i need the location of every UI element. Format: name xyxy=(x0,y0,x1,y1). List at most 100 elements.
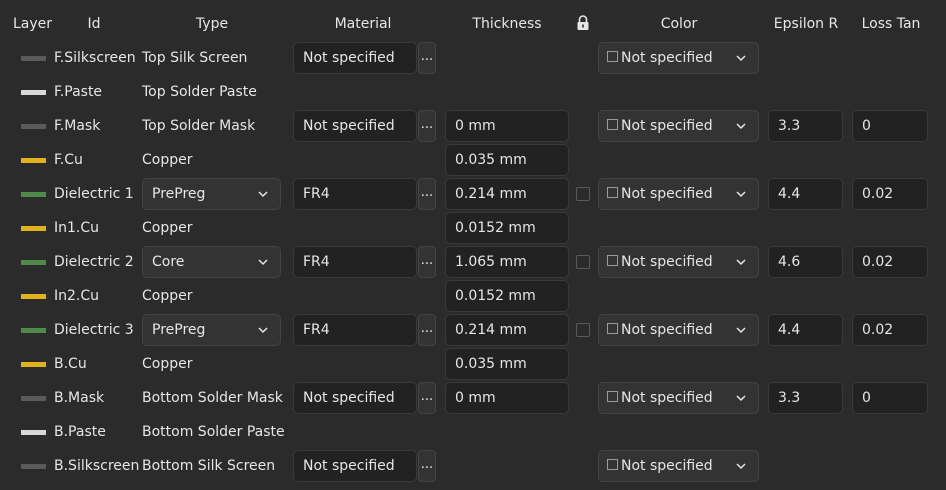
material-browse-button[interactable]: ... xyxy=(418,382,436,414)
thickness-field[interactable]: 0.035 mm xyxy=(445,348,569,380)
layer-row: In1.Cu Copper 0.0152 mm xyxy=(0,211,946,245)
thickness-field[interactable]: 0.0152 mm xyxy=(445,212,569,244)
layer-color-swatch xyxy=(21,294,46,299)
thickness-field[interactable]: 0 mm xyxy=(445,382,569,414)
layer-color-swatch xyxy=(21,124,46,129)
material-field[interactable]: Not specified xyxy=(293,42,417,74)
header-epsilon-r: Epsilon R xyxy=(773,16,839,32)
layer-id: F.Paste xyxy=(54,84,103,100)
layer-color-swatch xyxy=(21,362,46,367)
type-dropdown[interactable]: PrePreg xyxy=(142,314,281,346)
layer-id: B.Silkscreen xyxy=(54,458,140,474)
layer-color-swatch xyxy=(21,192,46,197)
chevron-down-icon xyxy=(736,191,746,198)
color-dropdown[interactable]: Not specified xyxy=(598,382,759,414)
material-field[interactable]: Not specified xyxy=(293,382,417,414)
layer-id: Dielectric 3 xyxy=(54,322,134,338)
color-dropdown[interactable]: Not specified xyxy=(598,246,759,278)
material-browse-button[interactable]: ... xyxy=(418,246,436,278)
material-field[interactable]: Not specified xyxy=(293,450,417,482)
layer-type: Copper xyxy=(142,220,193,236)
layer-color-swatch xyxy=(21,464,46,469)
thickness-lock-checkbox[interactable] xyxy=(576,255,590,269)
header-layer: Layer xyxy=(13,16,53,32)
color-dropdown[interactable]: Not specified xyxy=(598,314,759,346)
color-value: Not specified xyxy=(621,50,713,66)
chevron-down-icon xyxy=(736,463,746,470)
material-browse-button[interactable]: ... xyxy=(418,42,436,74)
loss-tan-field[interactable]: 0 xyxy=(852,382,928,414)
color-dropdown[interactable]: Not specified xyxy=(598,42,759,74)
color-value: Not specified xyxy=(621,458,713,474)
material-field[interactable]: FR4 xyxy=(293,246,417,278)
material-field[interactable]: FR4 xyxy=(293,314,417,346)
material-browse-button[interactable]: ... xyxy=(418,450,436,482)
color-value: Not specified xyxy=(621,254,713,270)
layer-id: B.Mask xyxy=(54,390,105,406)
thickness-field[interactable]: 0.214 mm xyxy=(445,178,569,210)
thickness-field[interactable]: 0 mm xyxy=(445,110,569,142)
epsilon-r-field[interactable]: 3.3 xyxy=(768,382,843,414)
loss-tan-field[interactable]: 0.02 xyxy=(852,178,928,210)
epsilon-r-field[interactable]: 3.3 xyxy=(768,110,843,142)
material-browse-button[interactable]: ... xyxy=(418,110,436,142)
layer-id: B.Cu xyxy=(54,356,87,372)
color-preview-box xyxy=(607,390,618,402)
loss-tan-field[interactable]: 0.02 xyxy=(852,246,928,278)
loss-tan-field[interactable]: 0 xyxy=(852,110,928,142)
epsilon-r-field[interactable]: 4.6 xyxy=(768,246,843,278)
lock-icon xyxy=(577,15,589,30)
color-value: Not specified xyxy=(621,390,713,406)
layer-id: F.Mask xyxy=(54,118,101,134)
thickness-lock-checkbox[interactable] xyxy=(576,187,590,201)
layer-id: In2.Cu xyxy=(54,288,100,304)
type-value: PrePreg xyxy=(152,186,206,202)
layer-type: Top Solder Mask xyxy=(142,118,256,134)
material-field[interactable]: Not specified xyxy=(293,110,417,142)
color-preview-box xyxy=(607,50,618,62)
layer-id: F.Cu xyxy=(54,152,83,168)
color-preview-box xyxy=(607,254,618,266)
loss-tan-field[interactable]: 0.02 xyxy=(852,314,928,346)
layer-row: Dielectric 1 PrePreg FR4 ... 0.214 mm No… xyxy=(0,177,946,211)
chevron-down-icon xyxy=(258,327,268,334)
layer-color-swatch xyxy=(21,328,46,333)
layer-id: B.Paste xyxy=(54,424,106,440)
material-browse-button[interactable]: ... xyxy=(418,314,436,346)
layer-color-swatch xyxy=(21,226,46,231)
layer-type: Copper xyxy=(142,356,193,372)
type-dropdown[interactable]: Core xyxy=(142,246,281,278)
color-preview-box xyxy=(607,322,618,334)
layer-row: In2.Cu Copper 0.0152 mm xyxy=(0,279,946,313)
layer-id: F.Silkscreen xyxy=(54,50,136,66)
chevron-down-icon xyxy=(736,259,746,266)
chevron-down-icon xyxy=(736,123,746,130)
thickness-field[interactable]: 0.0152 mm xyxy=(445,280,569,312)
color-dropdown[interactable]: Not specified xyxy=(598,178,759,210)
thickness-lock-checkbox[interactable] xyxy=(576,323,590,337)
layer-row: Dielectric 3 PrePreg FR4 ... 0.214 mm No… xyxy=(0,313,946,347)
thickness-field[interactable]: 1.065 mm xyxy=(445,246,569,278)
layer-row: F.Cu Copper 0.035 mm xyxy=(0,143,946,177)
epsilon-r-field[interactable]: 4.4 xyxy=(768,314,843,346)
layer-type: Copper xyxy=(142,152,193,168)
thickness-field[interactable]: 0.214 mm xyxy=(445,314,569,346)
layer-color-swatch xyxy=(21,90,46,95)
layer-type: Bottom Solder Mask xyxy=(142,390,283,406)
type-dropdown[interactable]: PrePreg xyxy=(142,178,281,210)
layer-color-swatch xyxy=(21,56,46,61)
chevron-down-icon xyxy=(736,395,746,402)
material-browse-button[interactable]: ... xyxy=(418,178,436,210)
thickness-field[interactable]: 0.035 mm xyxy=(445,144,569,176)
chevron-down-icon xyxy=(736,327,746,334)
header-color: Color xyxy=(660,16,698,32)
color-dropdown[interactable]: Not specified xyxy=(598,110,759,142)
material-field[interactable]: FR4 xyxy=(293,178,417,210)
layer-color-swatch xyxy=(21,158,46,163)
color-dropdown[interactable]: Not specified xyxy=(598,450,759,482)
epsilon-r-field[interactable]: 4.4 xyxy=(768,178,843,210)
layer-color-swatch xyxy=(21,396,46,401)
color-value: Not specified xyxy=(621,118,713,134)
color-value: Not specified xyxy=(621,186,713,202)
color-preview-box xyxy=(607,186,618,198)
